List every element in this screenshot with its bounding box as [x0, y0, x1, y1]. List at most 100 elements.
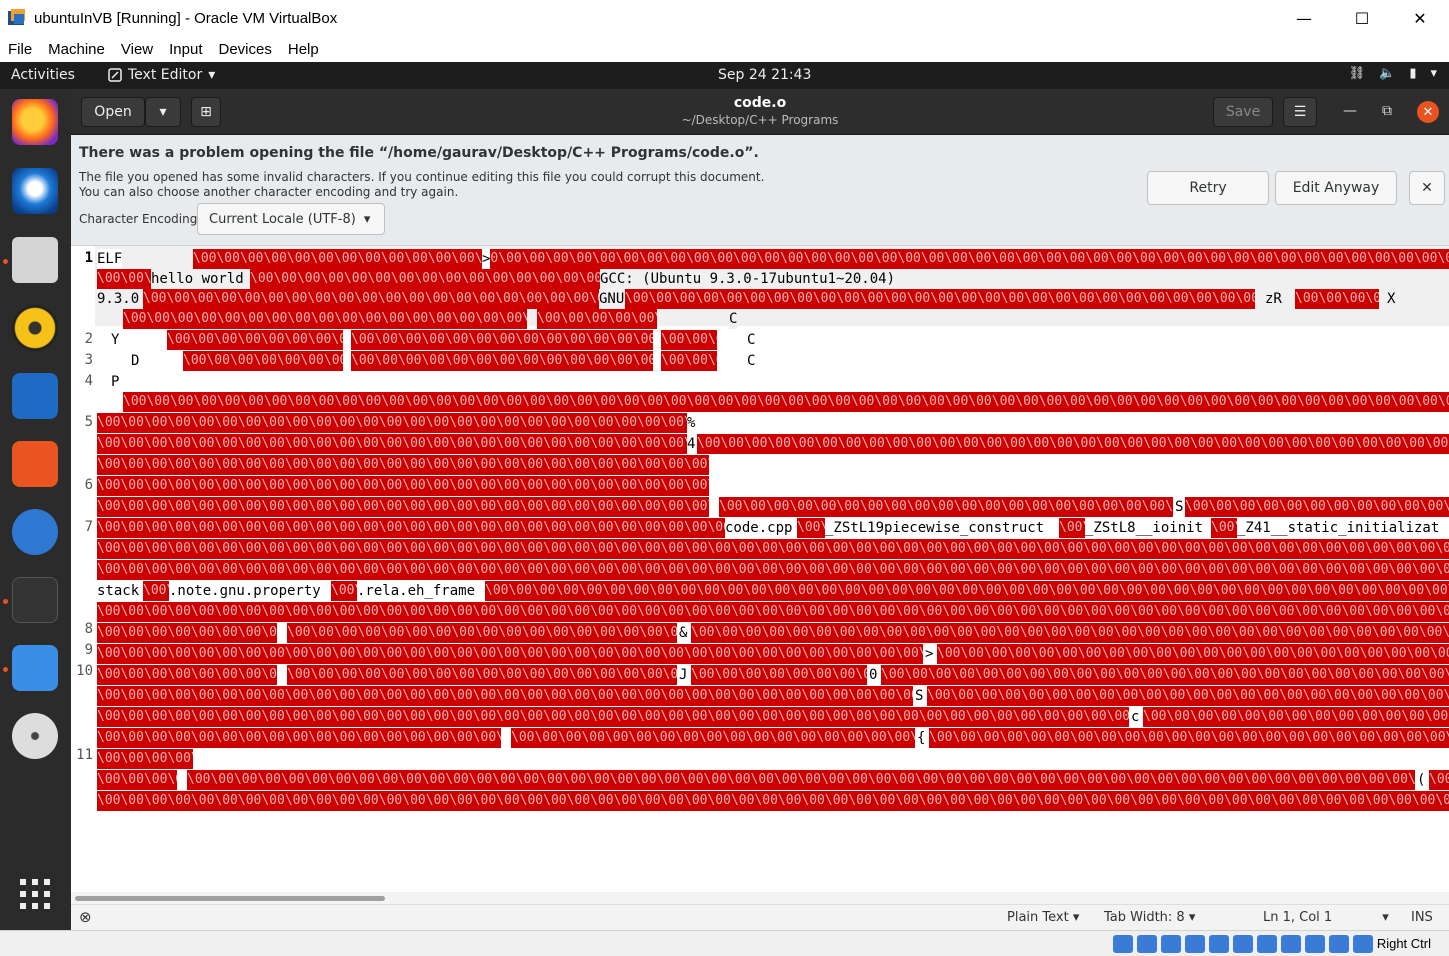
vm-display[interactable]: Activities Text Editor ▾ Sep 24 21:43 ⛓ …: [0, 62, 1449, 930]
text-run: C: [747, 351, 756, 371]
device-indicators[interactable]: [1113, 935, 1373, 953]
invalid-bytes: \00\00\00\00\00\00\00\00\00\00\00\00\00\…: [97, 749, 193, 769]
volume-icon: 🔈: [1379, 66, 1396, 81]
cursor-position-selector[interactable]: Ln 1, Col 1 ▾: [1263, 910, 1389, 925]
edit-anyway-button[interactable]: Edit Anyway: [1275, 171, 1397, 205]
maximize-button[interactable]: ☐: [1333, 0, 1391, 36]
text-run: 9.3.0: [97, 289, 140, 309]
text-editor-icon[interactable]: [12, 645, 58, 691]
scrollbar-thumb[interactable]: [75, 896, 385, 901]
invalid-bytes: \00\00\00\00\00\00\00\00\00\00\00\00\00\…: [97, 269, 151, 289]
infobar-title: There was a problem opening the file “/h…: [79, 145, 759, 161]
horizontal-scrollbar[interactable]: [71, 892, 1449, 904]
invalid-bytes: \00\00\00\00\00\00\00\00\00\00\00\00\00\…: [97, 434, 687, 454]
menu-help[interactable]: Help: [280, 41, 327, 58]
text-run: _Z41__static_initializat: [1237, 518, 1440, 538]
text-run: S: [1175, 497, 1184, 517]
text-run: hello world: [151, 269, 244, 289]
text-view[interactable]: 1 2 3 4 5 6 7 8 9 10 11 ELF \00\00\00\00…: [71, 246, 1449, 892]
keyboard-icon[interactable]: [1353, 935, 1373, 953]
clock[interactable]: Sep 24 21:43: [718, 67, 811, 83]
line-number: 10: [76, 663, 93, 679]
menu-devices[interactable]: Devices: [211, 41, 280, 58]
network-icon[interactable]: [1185, 935, 1205, 953]
invalid-bytes: \00\00\00\00\00\00\00\00\00\00\00\00\00\…: [143, 289, 599, 309]
show-apps-icon[interactable]: [12, 871, 58, 917]
hamburger-icon: ☰: [1293, 104, 1307, 120]
files-icon[interactable]: [12, 237, 58, 283]
hard-disk-icon[interactable]: [1113, 935, 1133, 953]
menu-file[interactable]: File: [0, 41, 40, 58]
encoding-select[interactable]: Current Locale (UTF-8) ▾: [197, 203, 385, 235]
window-close-button[interactable]: ✕: [1417, 101, 1439, 123]
software-icon[interactable]: [12, 441, 58, 487]
display-icon[interactable]: [1257, 935, 1277, 953]
invalid-bytes: \00\00\00\00\00\00\00\00\00\00\00\00\00\…: [97, 644, 923, 664]
text-run: GNU: [599, 289, 625, 309]
text-run: code.cpp: [725, 518, 793, 538]
cpu-icon[interactable]: [1305, 935, 1325, 953]
close-circle-icon[interactable]: ⊗: [79, 908, 92, 926]
invalid-bytes: \00\00\00\00\00\00\00\00\00\00\00\00\00\…: [511, 728, 915, 748]
dvd-icon[interactable]: [12, 713, 58, 759]
minimize-icon[interactable]: —: [1343, 103, 1357, 119]
line-number: 4: [84, 373, 93, 389]
close-button[interactable]: ✕: [1391, 0, 1449, 36]
mouse-integration-icon[interactable]: [1329, 935, 1349, 953]
text-editor-icon: [108, 68, 122, 82]
text-run: _ZStL8__ioinit: [1085, 518, 1204, 538]
tab-width-selector[interactable]: Tab Width: 8 ▾: [1104, 910, 1195, 925]
help-icon[interactable]: [12, 509, 58, 555]
invalid-bytes: \00\00\00\00\00\00\00\00\00\00\00\00\00\…: [697, 434, 1449, 454]
text-run: C: [729, 309, 738, 329]
menu-button[interactable]: ☰: [1283, 97, 1317, 127]
menu-input[interactable]: Input: [161, 41, 210, 58]
thunderbird-icon[interactable]: [12, 168, 58, 214]
rhythmbox-icon[interactable]: [12, 305, 58, 351]
text-run: P: [111, 372, 120, 392]
infobar-close-button[interactable]: ✕: [1409, 171, 1445, 205]
firefox-icon[interactable]: [12, 99, 58, 145]
text-run: Y: [111, 330, 120, 350]
language-selector[interactable]: Plain Text ▾: [1007, 910, 1079, 925]
invalid-bytes: \00\00\00\00\00\00\00\00\00\00\00\00\00\…: [1059, 518, 1085, 538]
restore-icon[interactable]: ⧉: [1382, 103, 1392, 119]
gnome-top-bar: Activities Text Editor ▾ Sep 24 21:43 ⛓ …: [0, 62, 1449, 89]
text-run: 4: [687, 434, 696, 454]
invalid-bytes: \00\00\00\00\00\00\00\00\00\00\00\00\00\…: [187, 770, 1415, 790]
terminal-icon[interactable]: [12, 577, 58, 623]
usb-icon[interactable]: [1209, 935, 1229, 953]
optical-drive-icon[interactable]: [1137, 935, 1157, 953]
retry-button[interactable]: Retry: [1147, 171, 1269, 205]
invalid-bytes: \00\00\00\00\00\00\00\00\00\00\00\00\00\…: [97, 560, 1449, 580]
save-button[interactable]: Save: [1213, 97, 1273, 127]
video-capture-icon[interactable]: [1281, 935, 1301, 953]
menu-machine[interactable]: Machine: [40, 41, 113, 58]
line-number: 7: [84, 519, 93, 535]
system-tray[interactable]: ⛓ 🔈 ▮ ▾: [1349, 66, 1437, 81]
shared-folders-icon[interactable]: [1233, 935, 1253, 953]
minimize-button[interactable]: —: [1275, 0, 1333, 36]
text-run: X: [1387, 289, 1396, 309]
text-run: .note.gnu.property: [169, 581, 321, 601]
encoding-value: Current Locale (UTF-8): [209, 211, 356, 227]
invalid-bytes: \00\00\00\00\00\00\00\00\00\00\00\00\00\…: [97, 707, 1129, 727]
menu-view[interactable]: View: [113, 41, 161, 58]
line-number: 6: [84, 477, 93, 493]
invalid-bytes: \00\00\00\00\00\00\00\00\00\00\00\00\00\…: [1211, 518, 1237, 538]
text-run: (: [1417, 770, 1426, 790]
text-run: C: [747, 330, 756, 350]
audio-icon[interactable]: [1161, 935, 1181, 953]
app-menu[interactable]: Text Editor ▾: [108, 67, 215, 83]
status-bar: ⊗ Plain Text ▾ Tab Width: 8 ▾ Ln 1, Col …: [71, 904, 1449, 930]
app-menu-label: Text Editor: [128, 67, 203, 83]
chevron-down-icon: ▾: [363, 211, 371, 227]
invalid-bytes: \00\00\00\00\00\00\00\00\00\00\00\00\00\…: [97, 623, 277, 643]
virtualbox-status-bar: Right Ctrl: [0, 930, 1449, 956]
libreoffice-writer-icon[interactable]: [12, 373, 58, 419]
host-title-bar: ubuntuInVB [Running] - Oracle VM Virtual…: [0, 0, 1449, 36]
activities-button[interactable]: Activities: [11, 67, 75, 83]
invalid-bytes: \00\00\00\00\00\00\00\00\00\00\00\00\00\…: [97, 602, 1449, 622]
text-run: J: [679, 665, 688, 685]
invalid-bytes: \00\00\00\00\00\00\00\00\00\00\00\00\00\…: [331, 581, 357, 601]
